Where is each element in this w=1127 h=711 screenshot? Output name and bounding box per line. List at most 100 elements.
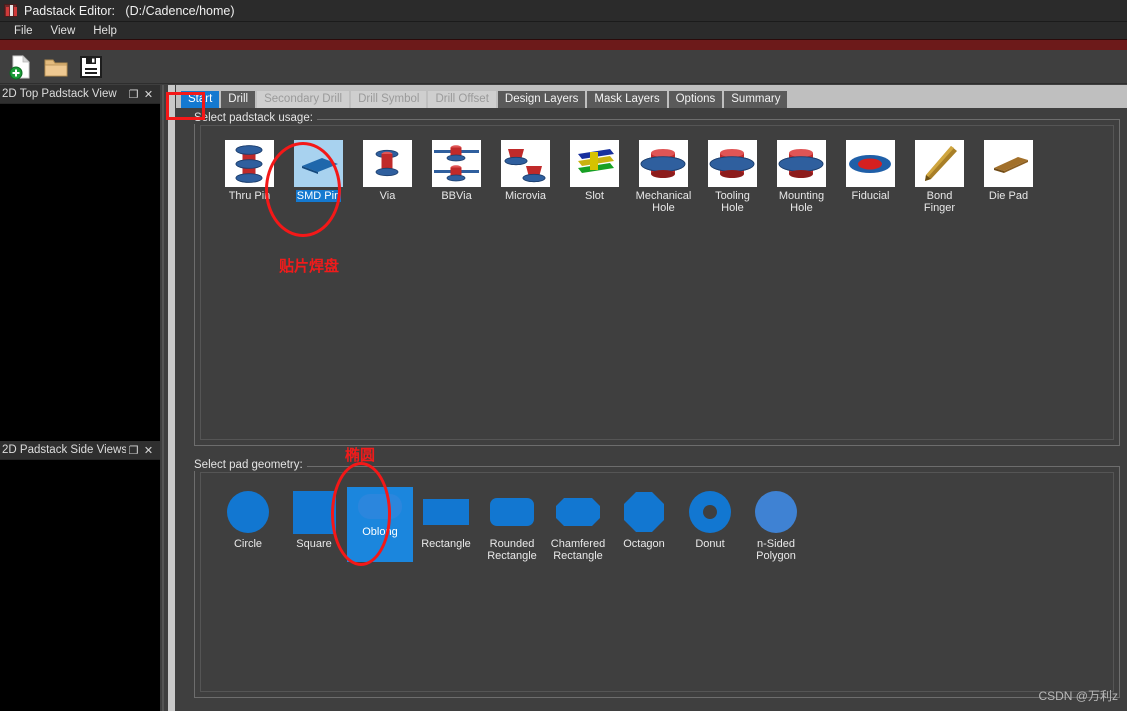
circle-shape-icon (222, 487, 274, 537)
panel-2d-padstack-side-views: 2D Padstack Side Views ❐ ✕ (0, 441, 160, 711)
padstack-usage-label-6: Mechanical Hole (635, 190, 692, 214)
padstack-usage-label-4: Microvia (505, 190, 546, 202)
pad-geometry-group: Select pad geometry: Circle Square Oblong R… (194, 459, 1120, 698)
dock-splitter[interactable] (160, 85, 176, 711)
padstack-usage-smd-pin[interactable]: SMD Pin (284, 140, 353, 214)
watermark: CSDN @万利z (1038, 689, 1118, 703)
title-bar: Padstack Editor: (D:/Cadence/home) (0, 0, 1127, 22)
pad-geometry-chamfered-rectangle[interactable]: Chamfered Rectangle (545, 487, 611, 562)
chamfered-rectangle-glyph (556, 498, 600, 526)
donut-glyph (689, 491, 731, 533)
padstack-usage-fiducial[interactable]: Fiducial (836, 140, 905, 214)
pad-geometry-label-3: Rectangle (421, 538, 471, 550)
start-page-content: Select padstack usage: Thru Pin SMD Pin Vi… (176, 108, 1127, 711)
pad-geometry-list: Circle Square Oblong Rectangle Rounded Recta… (201, 473, 1113, 562)
window-title: Padstack Editor: (D:/Cadence/home) (24, 3, 235, 18)
pad-geometry-label-7: Donut (695, 538, 725, 550)
padstack-usage-label: Select padstack usage: (194, 112, 317, 124)
rectangle-shape-icon (420, 487, 472, 537)
main-area: Start Drill Secondary Drill Drill Symbol Dri… (176, 85, 1127, 711)
panel-canvas-top[interactable] (0, 104, 160, 441)
tab-start[interactable]: Start (181, 91, 220, 108)
bond-finger-icon (915, 140, 964, 187)
panel-title-top: 2D Top Padstack View (2, 88, 117, 100)
float-icon[interactable]: ❐ (126, 443, 141, 458)
padstack-usage-label-2: Via (379, 190, 396, 202)
n-sided-polygon-glyph (755, 491, 797, 533)
padstack-usage-bond-finger[interactable]: Bond Finger (905, 140, 974, 214)
padstack-usage-microvia[interactable]: Microvia (491, 140, 560, 214)
menu-item-view[interactable]: View (42, 24, 85, 38)
padstack-usage-thru-pin[interactable]: Thru Pin (215, 140, 284, 214)
n-sided-polygon-shape-icon (750, 487, 802, 537)
pad-geometry-rectangle[interactable]: Rectangle (413, 487, 479, 562)
accent-band (0, 39, 1127, 50)
padstack-usage-label-11: Die Pad (988, 190, 1029, 202)
pad-geometry-label: Select pad geometry: (194, 459, 307, 471)
oblong-glyph (358, 493, 402, 519)
pad-geometry-n-sided-polygon[interactable]: n-Sided Polygon (743, 487, 809, 562)
pad-geometry-label-1: Square (296, 538, 332, 550)
octagon-glyph (624, 492, 664, 532)
pad-geometry-square[interactable]: Square (281, 487, 347, 562)
pad-geometry-label-0: Circle (233, 538, 263, 550)
pad-geometry-donut[interactable]: Donut (677, 487, 743, 562)
padstack-usage-slot[interactable]: Slot (560, 140, 629, 214)
padstack-usage-bbvia[interactable]: BBVia (422, 140, 491, 214)
main-toolbar (0, 50, 1127, 84)
pad-geometry-label-6: Octagon (623, 538, 665, 550)
tab-summary[interactable]: Summary (724, 91, 788, 108)
workspace: 2D Top Padstack View ❐ ✕ 2D Padstack Sid… (0, 85, 1127, 711)
padstack-usage-tooling-hole[interactable]: Tooling Hole (698, 140, 767, 214)
padstack-usage-mounting-hole[interactable]: Mounting Hole (767, 140, 836, 214)
padstack-usage-label-10: Bond Finger (923, 190, 956, 214)
via-icon (363, 140, 412, 187)
float-icon[interactable]: ❐ (126, 87, 141, 102)
pad-geometry-circle[interactable]: Circle (215, 487, 281, 562)
square-glyph (292, 490, 336, 534)
pad-geometry-label-8: n-Sided Polygon (756, 538, 796, 562)
panel-canvas-bottom[interactable] (0, 460, 160, 711)
padstack-usage-mechanical-hole[interactable]: Mechanical Hole (629, 140, 698, 214)
close-icon[interactable]: ✕ (141, 87, 156, 102)
close-icon[interactable]: ✕ (141, 443, 156, 458)
save-icon[interactable] (78, 54, 104, 80)
padstack-usage-die-pad[interactable]: Die Pad (974, 140, 1043, 214)
rounded-rectangle-glyph (490, 498, 534, 526)
bbvia-icon (432, 140, 481, 187)
padstack-usage-label-5: Slot (585, 190, 604, 202)
padstack-usage-list: Thru Pin SMD Pin Via BBVia Microvia Slot Mecha… (201, 126, 1113, 214)
circle-glyph (227, 491, 269, 533)
slot-icon (570, 140, 619, 187)
tab-design-layers[interactable]: Design Layers (497, 91, 586, 108)
pad-geometry-octagon[interactable]: Octagon (611, 487, 677, 562)
tab-mask-layers[interactable]: Mask Layers (587, 91, 667, 108)
smd-pin-icon (294, 140, 343, 187)
padstack-usage-label-9: Fiducial (851, 190, 890, 202)
rectangle-glyph (423, 499, 469, 525)
padstack-usage-label-3: BBVia (441, 190, 472, 202)
padstack-usage-via[interactable]: Via (353, 140, 422, 214)
menu-item-help[interactable]: Help (84, 24, 126, 38)
tab-drill[interactable]: Drill (221, 91, 256, 108)
rounded-rectangle-shape-icon (486, 487, 538, 537)
tab-drill-symbol: Drill Symbol (351, 91, 427, 108)
tab-drill-offset: Drill Offset (428, 91, 496, 108)
die-pad-icon (984, 140, 1033, 187)
padstack-usage-label-1: SMD Pin (295, 190, 342, 202)
menu-item-file[interactable]: File (5, 24, 42, 38)
panel-title-bar-bottom: 2D Padstack Side Views ❐ ✕ (0, 441, 160, 460)
tab-options[interactable]: Options (668, 91, 723, 108)
padstack-usage-label-8: Mounting Hole (778, 190, 825, 214)
pad-geometry-label-5: Chamfered Rectangle (550, 538, 606, 562)
donut-shape-icon (684, 487, 736, 537)
padstack-usage-label-7: Tooling Hole (715, 190, 750, 214)
pad-geometry-oblong[interactable]: Oblong (347, 487, 413, 562)
mounting-hole-icon (777, 140, 826, 187)
oblong-shape-icon (354, 487, 406, 525)
octagon-shape-icon (618, 487, 670, 537)
open-folder-icon[interactable] (43, 54, 69, 80)
new-file-icon[interactable] (8, 54, 34, 80)
pad-geometry-rounded-rectangle[interactable]: Rounded Rectangle (479, 487, 545, 562)
tooling-hole-icon (708, 140, 757, 187)
